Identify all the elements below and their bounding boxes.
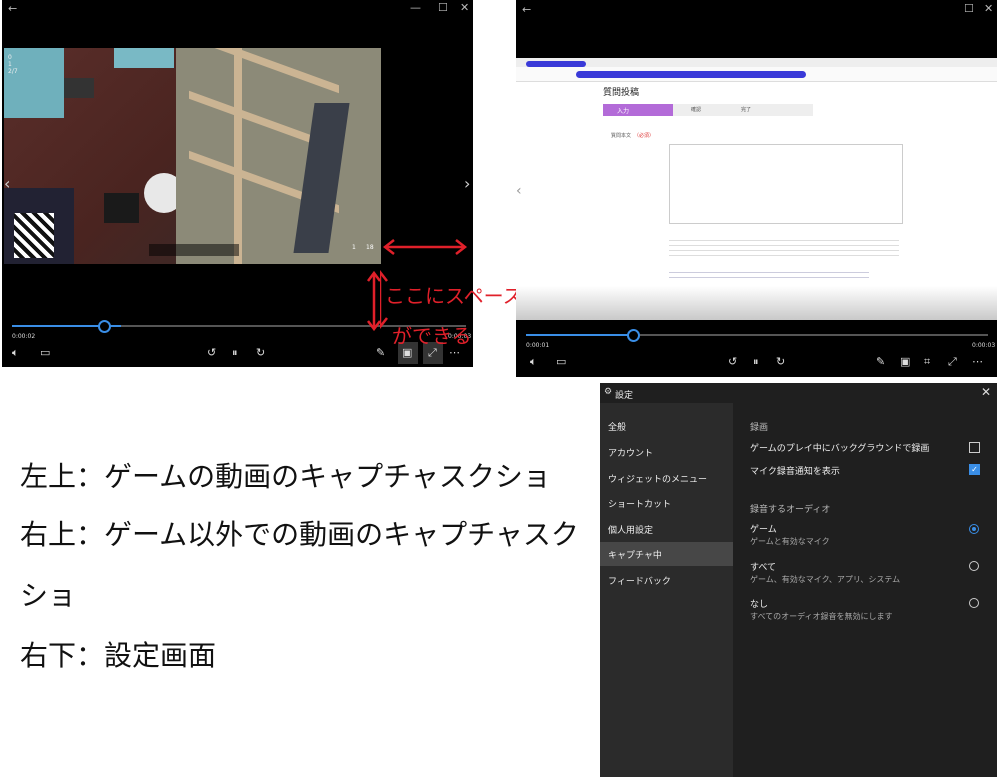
current-time: 0:00:01	[526, 342, 550, 349]
step-active: 入力	[603, 104, 673, 116]
close-icon[interactable]: ✕	[981, 385, 991, 399]
close-button[interactable]: ✕	[460, 2, 469, 13]
page-fade	[516, 286, 997, 320]
hud-stats: 0 1 2/7	[8, 54, 18, 75]
mini-view-icon[interactable]: ▣	[900, 356, 910, 368]
audio-option-title: ゲーム	[750, 525, 777, 535]
caption-top-right-cont: ショ	[20, 579, 77, 612]
question-textarea[interactable]	[669, 144, 903, 224]
rewind-10-icon[interactable]: ↺	[728, 356, 737, 368]
shelf-post	[234, 48, 242, 264]
audio-option-desc: すべてのオーディオ録音を無効にします	[750, 612, 893, 621]
chevron-right-icon[interactable]: ›	[464, 174, 470, 193]
audio-option-desc: ゲーム、有効なマイク、アプリ、システム	[750, 575, 901, 584]
maximize-button[interactable]: ☐	[438, 2, 448, 13]
close-button[interactable]: ✕	[984, 3, 993, 14]
section-audio: 録音するオーディオ	[750, 505, 831, 515]
hotbar	[149, 244, 239, 256]
dark-object	[104, 193, 139, 223]
page-title: 質問投稿	[603, 88, 640, 98]
minimize-button[interactable]: —	[410, 2, 421, 13]
rewind-10-icon[interactable]: ↺	[207, 347, 216, 359]
audio-option-desc: ゲームと有効なマイク	[750, 537, 830, 546]
mic-notify-label: マイク録音通知を表示	[750, 467, 840, 477]
mic-notify-checkbox[interactable]: ✓	[969, 464, 980, 475]
sidebar-item-feedback[interactable]: フィードバック	[608, 574, 671, 587]
captions-icon[interactable]: ▭	[40, 347, 50, 359]
ammo-count: 1	[352, 244, 356, 251]
fullscreen-icon[interactable]: ⤢	[948, 356, 957, 368]
back-arrow-icon[interactable]: ←	[8, 3, 17, 14]
forward-30-icon[interactable]: ↻	[776, 356, 785, 368]
back-arrow-icon[interactable]: ←	[522, 4, 531, 15]
hud-line: 1	[8, 61, 12, 68]
step-label: 完了	[741, 107, 752, 113]
sidebar-item-general[interactable]: 全般	[608, 420, 626, 433]
text-block	[669, 236, 899, 258]
annotation-text-line2: ができる	[392, 324, 472, 348]
audio-option-title: すべて	[750, 563, 777, 573]
pause-icon[interactable]: ⏸︎	[232, 347, 238, 359]
seek-thumb[interactable]	[627, 329, 640, 342]
wall	[176, 48, 381, 264]
redaction-scribble	[576, 71, 806, 78]
volume-icon[interactable]: 🔈︎	[530, 356, 537, 368]
cast-icon[interactable]: ⌗	[924, 356, 930, 368]
sidebar-item-account[interactable]: アカウント	[608, 446, 653, 459]
sidebar-item-personalization[interactable]: 個人用設定	[608, 523, 653, 536]
field-label: 質問本文	[611, 133, 632, 139]
browser-tab-bar	[516, 58, 997, 67]
sidebar-item-shortcuts[interactable]: ショートカット	[608, 497, 671, 510]
caption-bottom-right: 右下：設定画面	[20, 639, 217, 672]
audio-none-radio[interactable]	[969, 598, 979, 608]
required-badge: （必須）	[634, 133, 655, 139]
floor-tile	[114, 48, 174, 68]
seek-thumb[interactable]	[98, 320, 111, 333]
checker-object	[14, 213, 54, 258]
settings-title: 設定	[615, 391, 634, 401]
forward-30-icon[interactable]: ↻	[256, 347, 265, 359]
edit-pen-icon[interactable]: ✎	[376, 347, 385, 359]
audio-option-title: なし	[750, 600, 769, 610]
audio-game-radio[interactable]	[969, 524, 979, 534]
step-label: 入力	[617, 108, 630, 115]
pause-icon[interactable]: ⏸︎	[753, 356, 759, 368]
settings-panel: ⚙ 設定 ✕ 全般 アカウント ウィジェットのメニュー ショートカット 個人用設…	[600, 383, 997, 777]
bg-record-checkbox[interactable]	[969, 442, 980, 453]
sidebar-item-widget-menu[interactable]: ウィジェットのメニュー	[608, 472, 707, 485]
chevron-left-icon[interactable]: ‹	[516, 183, 522, 199]
captions-icon[interactable]: ▭	[556, 356, 566, 368]
web-page-frame: 質問投稿 入力 確認 完了 質問本文 （必須） ‹	[516, 58, 997, 320]
section-recording: 録画	[750, 423, 769, 433]
web-video-player: ← ☐ ✕ 質問投稿 入力 確認 完了 質問本文 （必須） ‹ 0:00:01 …	[516, 0, 997, 377]
caption-top-right: 右上：ゲーム以外での動画のキャプチャスク	[20, 518, 579, 551]
vertical-arrow-svg	[367, 270, 381, 332]
game-scene-frame: 0 1 2/7 1 18	[4, 48, 381, 264]
text-block	[669, 268, 869, 282]
seek-progress	[526, 334, 637, 336]
step-label: 確認	[691, 107, 702, 113]
more-options-icon[interactable]: ⋯	[972, 356, 983, 368]
ammo-total: 18	[366, 244, 374, 251]
seek-bar[interactable]	[526, 334, 988, 336]
maximize-button[interactable]: ☐	[964, 3, 974, 14]
hud-line: 2/7	[8, 68, 18, 75]
total-time: 0:00:03	[972, 342, 996, 349]
current-time: 0:00:02	[12, 333, 36, 340]
gear-icon: ⚙	[604, 387, 613, 397]
sidebar-item-capturing[interactable]: キャプチャ中	[608, 548, 662, 561]
edit-pen-icon[interactable]: ✎	[876, 356, 885, 368]
annotation-text-line1: ここにスペース	[385, 284, 523, 308]
caption-top-left: 左上：ゲームの動画のキャプチャスクショ	[20, 460, 551, 493]
chevron-left-icon[interactable]: ‹	[4, 174, 10, 193]
audio-all-radio[interactable]	[969, 561, 979, 571]
hud-line: 0	[8, 54, 12, 61]
bg-record-label: ゲームのプレイ中にバックグラウンドで録画	[750, 444, 930, 454]
settings-sidebar: 全般 アカウント ウィジェットのメニュー ショートカット 個人用設定 キャプチャ…	[600, 403, 733, 777]
dark-object	[64, 78, 94, 98]
volume-icon[interactable]: 🔈︎	[12, 347, 19, 359]
